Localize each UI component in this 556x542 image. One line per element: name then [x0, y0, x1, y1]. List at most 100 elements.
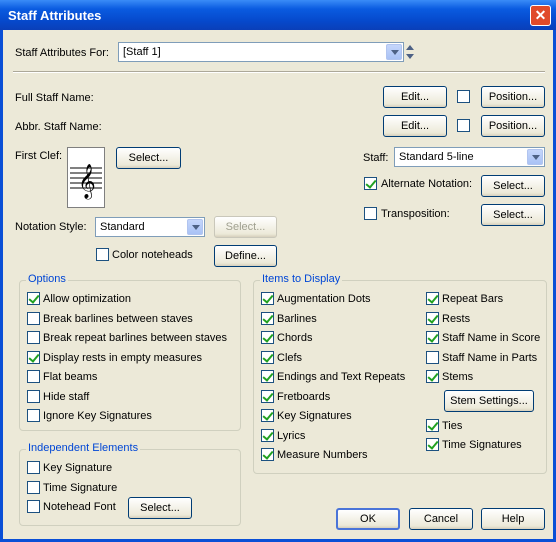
option-label: Hide staff	[43, 391, 90, 403]
option-label: Break repeat barlines between staves	[43, 332, 228, 344]
clefs-checkbox[interactable]	[261, 351, 274, 364]
display-label: Stems	[442, 371, 474, 383]
fretboards-checkbox[interactable]	[261, 390, 274, 403]
display-rests-checkbox[interactable]	[27, 351, 40, 364]
measure-numbers-checkbox[interactable]	[261, 448, 274, 461]
svg-text:𝄞: 𝄞	[78, 164, 96, 200]
augmentation-dots-checkbox[interactable]	[261, 292, 274, 305]
chords-checkbox[interactable]	[261, 331, 274, 344]
time-signatures-checkbox[interactable]	[426, 438, 439, 451]
abbr-name-position-checkbox[interactable]	[457, 119, 470, 132]
option-label: Display rests in empty measures	[43, 352, 202, 364]
full-staff-name-label: Full Staff Name:	[15, 92, 94, 104]
full-name-position-button[interactable]: Position...	[481, 86, 545, 108]
staff-for-label: Staff Attributes For:	[15, 47, 109, 59]
barlines-checkbox[interactable]	[261, 312, 274, 325]
option-label: Allow optimization	[43, 293, 132, 305]
staff-spinner[interactable]	[404, 42, 417, 62]
separator	[13, 71, 545, 73]
treble-clef-icon: 𝄞	[70, 164, 102, 200]
clef-preview[interactable]: 𝄞	[67, 147, 105, 208]
display-label: Chords	[277, 332, 313, 344]
spin-down-icon[interactable]	[406, 54, 414, 59]
independent-elements-title: Independent Elements	[26, 442, 141, 454]
title-bar: Staff Attributes ✕	[0, 0, 556, 30]
stems-checkbox[interactable]	[426, 370, 439, 383]
option-label: Break barlines between staves	[43, 313, 193, 325]
display-label: Repeat Bars	[442, 293, 504, 305]
chevron-down-icon[interactable]	[527, 149, 543, 165]
alternate-notation-checkbox[interactable]	[364, 177, 377, 190]
notation-select-button[interactable]: Select...	[214, 216, 277, 238]
display-label: Lyrics	[277, 430, 306, 442]
full-name-position-checkbox[interactable]	[457, 90, 470, 103]
abbr-name-edit-button[interactable]: Edit...	[383, 115, 447, 137]
independent-label: Time Signature	[43, 482, 118, 494]
display-label: Barlines	[277, 313, 317, 325]
alternate-notation-label: Alternate Notation:	[381, 178, 473, 190]
ignore-key-signatures-checkbox[interactable]	[27, 409, 40, 422]
full-name-edit-button[interactable]: Edit...	[383, 86, 447, 108]
key-signatures-checkbox[interactable]	[261, 409, 274, 422]
chevron-down-icon[interactable]	[187, 219, 203, 235]
staff-name-in-score-checkbox[interactable]	[426, 331, 439, 344]
display-label: Ties	[442, 420, 463, 432]
option-label: Ignore Key Signatures	[43, 410, 152, 422]
display-label: Key Signatures	[277, 410, 352, 422]
allow-optimization-checkbox[interactable]	[27, 292, 40, 305]
color-noteheads-checkbox[interactable]	[96, 248, 109, 261]
staff-attributes-dialog: Staff Attributes ✕ Staff Attributes For:…	[0, 0, 556, 542]
staff-for-value: [Staff 1]	[123, 46, 161, 58]
display-label: Measure Numbers	[277, 449, 368, 461]
chevron-down-icon[interactable]	[386, 44, 402, 60]
hide-staff-checkbox[interactable]	[27, 390, 40, 403]
transposition-checkbox[interactable]	[364, 207, 377, 220]
display-label: Staff Name in Parts	[442, 352, 538, 364]
notehead-font-select-button[interactable]: Select...	[128, 497, 192, 519]
help-button[interactable]: Help	[481, 508, 545, 530]
abbr-staff-name-label: Abbr. Staff Name:	[15, 121, 102, 133]
staff-label: Staff:	[363, 152, 389, 164]
display-label: Rests	[442, 313, 471, 325]
clef-select-button[interactable]: Select...	[116, 147, 181, 169]
cancel-button[interactable]: Cancel	[409, 508, 473, 530]
staff-for-select[interactable]: [Staff 1]	[118, 42, 404, 62]
items-to-display-title: Items to Display	[260, 273, 343, 285]
endings-checkbox[interactable]	[261, 370, 274, 383]
staff-type-select[interactable]: Standard 5-line	[394, 147, 545, 167]
display-label: Augmentation Dots	[277, 293, 371, 305]
staff-name-in-parts-checkbox[interactable]	[426, 351, 439, 364]
flat-beams-checkbox[interactable]	[27, 370, 40, 383]
alternate-notation-select-button[interactable]: Select...	[481, 175, 545, 197]
break-repeat-barlines-checkbox[interactable]	[27, 331, 40, 344]
notation-style-label: Notation Style:	[15, 221, 87, 233]
break-barlines-checkbox[interactable]	[27, 312, 40, 325]
ok-button[interactable]: OK	[336, 508, 400, 530]
display-label: Staff Name in Score	[442, 332, 541, 344]
display-label: Fretboards	[277, 391, 331, 403]
independent-label: Notehead Font	[43, 501, 116, 513]
staff-type-value: Standard 5-line	[399, 151, 474, 163]
first-clef-label: First Clef:	[15, 150, 63, 162]
notation-style-select[interactable]: Standard	[95, 217, 205, 237]
rests-checkbox[interactable]	[426, 312, 439, 325]
notehead-font-checkbox[interactable]	[27, 500, 40, 513]
display-label: Time Signatures	[442, 439, 522, 451]
option-label: Flat beams	[43, 371, 98, 383]
options-group-title: Options	[26, 273, 68, 285]
transposition-label: Transposition:	[381, 208, 450, 220]
lyrics-checkbox[interactable]	[261, 429, 274, 442]
stem-settings-button[interactable]: Stem Settings...	[444, 390, 534, 412]
repeat-bars-checkbox[interactable]	[426, 292, 439, 305]
key-signature-checkbox[interactable]	[27, 461, 40, 474]
spin-up-icon[interactable]	[406, 45, 414, 50]
display-label: Endings and Text Repeats	[277, 371, 406, 383]
dialog-title: Staff Attributes	[8, 8, 102, 23]
notation-style-value: Standard	[100, 221, 145, 233]
abbr-name-position-button[interactable]: Position...	[481, 115, 545, 137]
ties-checkbox[interactable]	[426, 419, 439, 432]
close-icon[interactable]: ✕	[530, 5, 551, 26]
define-button[interactable]: Define...	[214, 245, 277, 267]
time-signature-checkbox[interactable]	[27, 481, 40, 494]
transposition-select-button[interactable]: Select...	[481, 204, 545, 226]
